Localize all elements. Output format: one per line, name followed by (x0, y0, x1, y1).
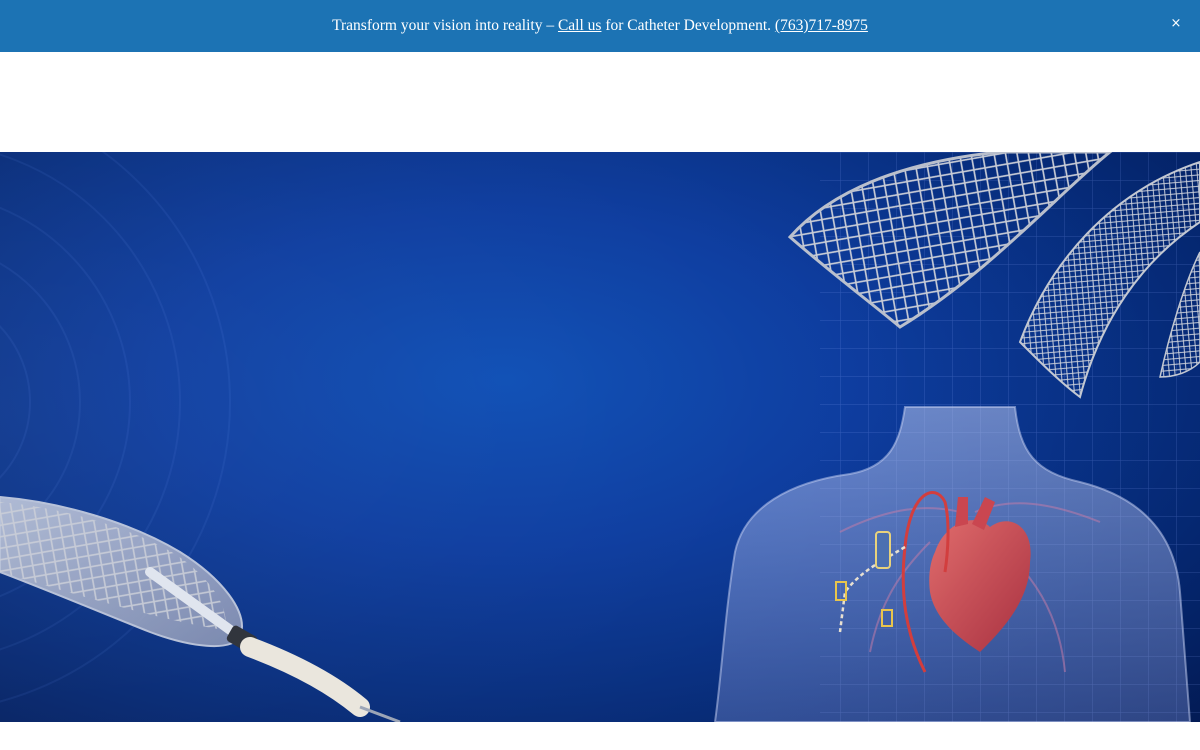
call-us-link[interactable]: Call us (558, 17, 602, 34)
announcement-middle: for Catheter Development. (601, 17, 775, 34)
site-header (0, 52, 1200, 152)
close-icon[interactable]: × (1166, 13, 1186, 33)
announcement-bar: Transform your vision into reality – Cal… (0, 0, 1200, 52)
announcement-prefix: Transform your vision into reality – (332, 17, 558, 34)
hero-illustration (0, 152, 1200, 722)
phone-link[interactable]: (763)717-8975 (775, 17, 868, 34)
below-hero-area (0, 722, 1200, 750)
announcement-text: Transform your vision into reality – Cal… (332, 17, 868, 35)
hero-banner (0, 152, 1200, 722)
